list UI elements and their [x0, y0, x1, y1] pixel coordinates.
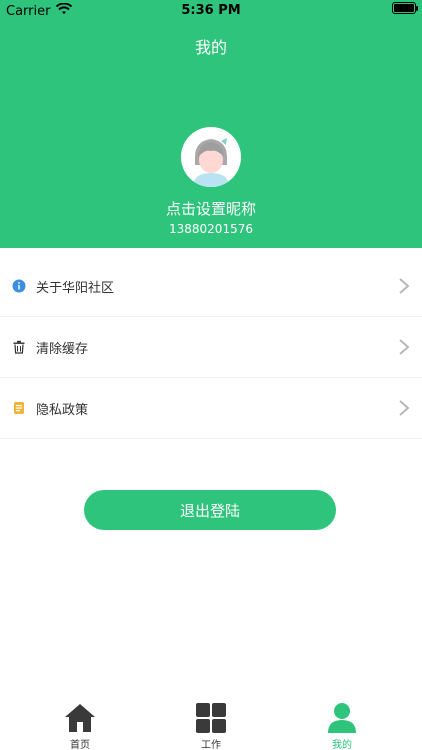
home-icon: [64, 702, 96, 734]
avatar-girl-icon: [181, 127, 241, 187]
bottom-tab-bar: 首页 工作 我的: [0, 698, 422, 750]
chevron-right-icon: [398, 277, 410, 295]
battery-icon: [392, 2, 418, 14]
avatar[interactable]: [181, 127, 241, 187]
profile-header: Carrier 5:36 PM 我的 点击设置昵称 13880201576: [0, 0, 422, 248]
trash-icon: [12, 340, 26, 354]
settings-menu: 关于华阳社区 清除缓存 隐私政策: [0, 256, 422, 439]
tab-work[interactable]: 工作: [176, 698, 246, 750]
tab-home[interactable]: 首页: [45, 698, 115, 750]
tab-label: 首页: [70, 740, 90, 750]
menu-item-label: 关于华阳社区: [36, 280, 115, 296]
chevron-right-icon: [398, 399, 410, 417]
menu-item-privacy[interactable]: 隐私政策: [0, 378, 422, 439]
logout-button[interactable]: 退出登陆: [84, 490, 336, 530]
tab-label: 工作: [201, 740, 221, 750]
menu-item-clear-cache[interactable]: 清除缓存: [0, 317, 422, 378]
phone-number: 13880201576: [169, 222, 253, 236]
menu-item-label: 隐私政策: [36, 402, 89, 418]
document-icon: [12, 401, 26, 415]
page-title: 我的: [194, 38, 227, 57]
tab-mine[interactable]: 我的: [307, 698, 377, 750]
info-icon: [12, 279, 26, 293]
status-time: 5:36 PM: [181, 3, 241, 18]
status-right: [392, 2, 418, 14]
nickname-link[interactable]: 点击设置昵称: [0, 198, 422, 219]
grid-icon: [195, 702, 227, 734]
tab-label: 我的: [332, 740, 352, 750]
chevron-right-icon: [398, 338, 410, 356]
menu-item-label: 清除缓存: [36, 341, 89, 357]
user-icon: [326, 702, 358, 734]
status-bar: Carrier 5:36 PM: [0, 0, 422, 22]
menu-item-about[interactable]: 关于华阳社区: [0, 256, 422, 317]
my-page-screen: Carrier 5:36 PM 我的 点击设置昵称 13880201576 关于…: [0, 0, 422, 750]
